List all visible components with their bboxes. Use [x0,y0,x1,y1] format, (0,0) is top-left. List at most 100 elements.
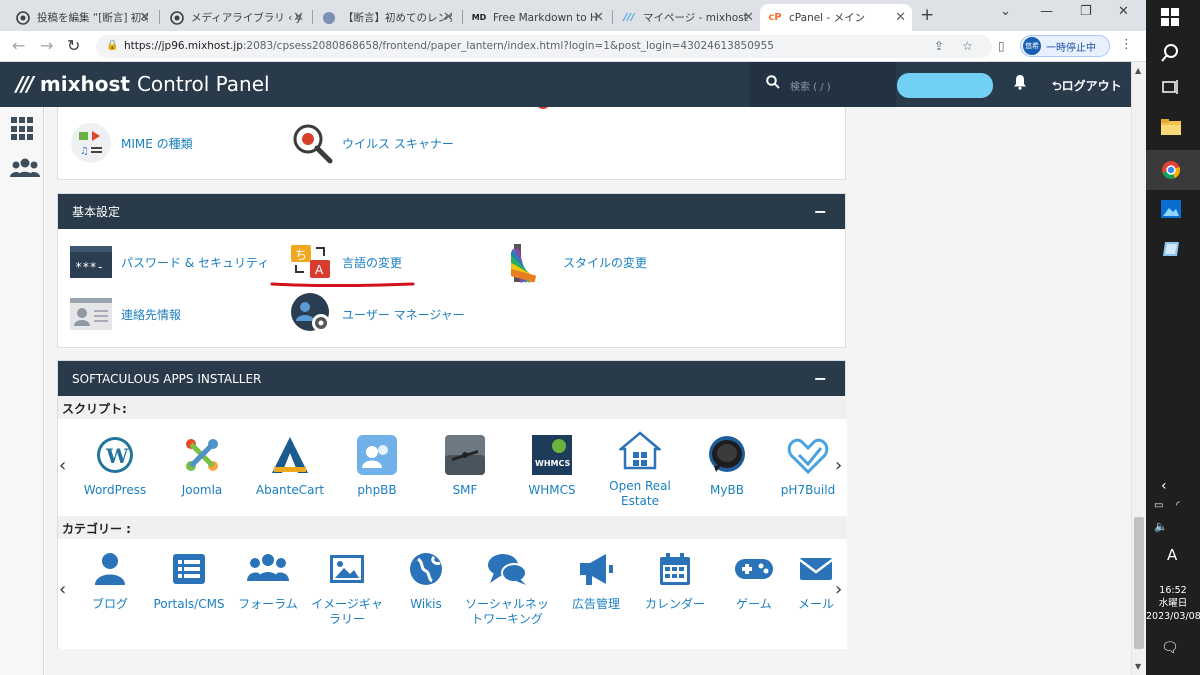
profile-button[interactable]: 悠希 一時停止中 [1020,35,1110,57]
calendar-icon [652,547,698,591]
collapse-icon[interactable]: − [814,202,827,221]
chevron-left-icon[interactable]: ‹ [59,455,66,476]
close-icon[interactable]: ✕ [293,10,304,25]
contact-info-link[interactable]: 連絡先情報 [69,294,181,334]
virus-scanner-link[interactable]: ウイルス スキャナー [290,123,454,164]
app-phpbb[interactable]: phpBB [337,433,417,498]
minimize-icon[interactable]: — [1040,4,1053,19]
app-abantecart[interactable]: AbanteCart [250,433,330,498]
windows-taskbar: ‹ ▭ ◜ 🔈 A 16:52 水曜日 2023/03/08 🗨 [1146,0,1200,675]
mixhost-logo[interactable]: /// mixhost Control Panel [16,72,270,96]
users-icon[interactable] [10,157,40,184]
logout-button[interactable]: ⮌ログアウト [1052,77,1122,98]
close-icon[interactable]: ✕ [443,10,454,25]
url-input[interactable]: 🔒 https://jp96.mixhost.jp:2083/cpsess208… [96,35,992,58]
change-language-link[interactable]: ちA 言語の変更 [290,242,402,282]
category-games[interactable]: ゲーム [714,547,794,612]
collapse-icon[interactable]: − [814,369,827,388]
mime-types-link[interactable]: ♫ MIME の種類 [69,123,193,163]
username-redacted[interactable] [897,73,993,98]
tab-title: メディアライブラリ ‹ yuk [191,12,302,24]
browser-tab[interactable]: /// マイページ - mixhost ✕ [614,4,760,31]
input-mode-indicator[interactable]: A [1167,546,1177,564]
category-wikis[interactable]: Wikis [386,547,466,612]
category-portals-cms[interactable]: Portals/CMS [149,547,229,612]
contact-icon [69,294,113,334]
list-icon [166,547,212,591]
user-manager-link[interactable]: ユーザー マネージャー [290,293,465,334]
notification-icon[interactable]: 🗨 [1161,640,1179,656]
restore-icon[interactable]: ❐ [1080,4,1092,19]
close-icon[interactable]: ✕ [895,10,906,25]
tab-search-icon[interactable]: ⌄ [1000,4,1011,19]
back-icon[interactable]: ← [12,36,25,55]
reload-icon[interactable]: ↻ [67,36,80,55]
taskbar-clock[interactable]: 16:52 水曜日 2023/03/08 [1146,584,1200,623]
window-close-icon[interactable]: ✕ [1118,4,1129,19]
category-calendar[interactable]: カレンダー [635,547,715,612]
chevron-up-icon[interactable]: ‹ [1161,478,1167,494]
image-icon [324,547,370,591]
browser-tab-active[interactable]: cP cPanel - メイン ✕ [760,4,912,31]
battery-icon[interactable]: ▭ [1154,500,1163,511]
close-icon[interactable]: ✕ [593,10,604,25]
search-input[interactable]: 検索 ( / ) [750,62,896,107]
change-style-link[interactable]: スタイルの変更 [511,242,647,283]
browser-menu-icon[interactable]: ⋮ [1120,37,1133,52]
scroll-down-icon[interactable]: ▼ [1135,662,1141,671]
scroll-up-icon[interactable]: ▲ [1135,66,1141,75]
left-rail [0,107,44,675]
windows-start-icon[interactable] [1161,8,1179,31]
scripts-carousel: ‹ › W WordPress Joomla AbanteCart phpBB … [58,419,847,516]
app-wordpress[interactable]: W WordPress [75,433,155,498]
photos-icon[interactable] [1161,200,1181,223]
bookmark-star-icon[interactable]: ☆ [962,39,973,53]
section-title: 基本設定 [72,205,121,219]
search-icon[interactable] [1161,44,1179,67]
cpanel-header: /// mixhost Control Panel 検索 ( / ) ⮌ログアウ… [0,62,1146,107]
browser-tab[interactable]: MD Free Markdown to H ✕ [464,4,610,31]
category-forums[interactable]: フォーラム [228,547,308,612]
app-ph7builder[interactable]: pH7Build [775,433,841,498]
browser-tab[interactable]: 投稿を編集 “[断言] 初めてのレン ✕ [8,4,156,31]
category-mail[interactable]: メール [793,547,839,612]
app-joomla[interactable]: Joomla [162,433,242,498]
scroll-thumb[interactable] [1134,517,1144,649]
app-smf[interactable]: SMF [425,433,505,498]
clock-date: 2023/03/08 [1146,611,1200,622]
category-blog[interactable]: ブログ [70,547,150,612]
browser-tab[interactable]: 【断言】初めてのレンタ ✕ [314,4,460,31]
app-open-real-estate[interactable]: Open Real Estate [600,429,680,509]
chrome-icon[interactable] [1161,160,1181,185]
category-image-gallery[interactable]: イメージギャラリー [307,547,387,627]
category-social-networking[interactable]: ソーシャルネットワーキング [465,547,549,627]
page-scrollbar[interactable]: ▲ ▼ [1131,62,1146,675]
task-view-icon[interactable] [1161,78,1179,101]
close-icon[interactable]: ✕ [743,10,754,25]
password-security-link[interactable]: ***- パスワード & セキュリティ [69,242,269,282]
svg-text:♫: ♫ [80,146,89,157]
browser-tab[interactable]: メディアライブラリ ‹ yuk ✕ [162,4,310,31]
new-tab-icon[interactable]: + [920,5,934,25]
chevron-left-icon[interactable]: ‹ [59,579,66,600]
softaculous-header[interactable]: SOFTACULOUS APPS INSTALLER − [58,361,845,396]
bell-icon[interactable] [1013,74,1027,94]
abantecart-icon [267,433,313,477]
wifi-icon[interactable]: ◜ [1176,500,1180,511]
app-mybb[interactable]: MyBB [687,433,767,498]
volume-icon[interactable]: 🔈 [1154,520,1168,533]
app-icon[interactable] [1161,240,1181,263]
close-icon[interactable]: ✕ [139,10,150,25]
forward-icon[interactable]: → [40,36,53,55]
logout-icon: ⮌ [1052,79,1062,93]
apps-grid-icon[interactable] [11,117,35,141]
mybb-icon [704,433,750,477]
file-explorer-icon[interactable] [1161,118,1181,141]
category-ad-management[interactable]: 広告管理 [556,547,636,612]
preferences-header[interactable]: 基本設定 − [58,194,845,229]
preferences-panel: 基本設定 − ***- パスワード & セキュリティ ちA 言語の変更 スタイル… [57,193,846,348]
app-whmcs[interactable]: WHMCS WHMCS [512,433,592,498]
megaphone-icon [573,547,619,591]
share-icon[interactable]: ⇪ [934,39,944,53]
sidepanel-icon[interactable]: ▯ [998,39,1005,53]
